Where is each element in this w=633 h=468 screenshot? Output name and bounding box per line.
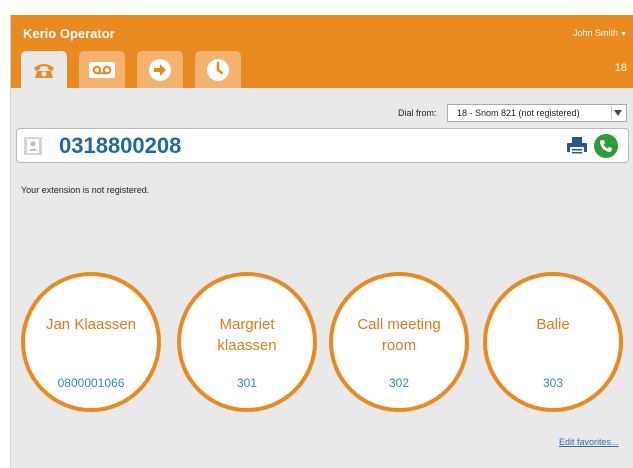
- dial-from-select[interactable]: 18 - Snom 821 (not registered): [447, 104, 627, 122]
- app-title: Kerio Operator: [23, 26, 115, 41]
- favorite-number: 303: [542, 376, 564, 390]
- registration-status: Your extension is not registered.: [21, 185, 150, 195]
- forward-arrow-icon: [149, 58, 171, 81]
- tab-voicemail[interactable]: [79, 51, 125, 88]
- favorite-name: Balie: [536, 316, 570, 333]
- voicemail-icon: [89, 61, 115, 78]
- favorite-number: 301: [236, 376, 258, 390]
- phone-handset-icon: [600, 140, 612, 152]
- favorite-name: Call meeting room: [357, 316, 441, 354]
- kerio-operator-window: Kerio Operator John Smith ▼ 18 Dial from…: [10, 15, 633, 468]
- tab-history[interactable]: [195, 51, 241, 88]
- clock-icon: [207, 58, 229, 81]
- app-header: Kerio Operator John Smith ▼ 18: [11, 15, 633, 88]
- extension-number: 18: [614, 62, 627, 74]
- phone-number-input[interactable]: [59, 132, 539, 159]
- tab-call-forwarding[interactable]: [137, 51, 183, 88]
- call-button[interactable]: [594, 134, 618, 158]
- favorite-margriet-klaassen[interactable]: Margriet klaassen 301: [177, 272, 317, 412]
- phone-icon: [34, 63, 54, 78]
- favorite-number: 302: [388, 376, 410, 390]
- user-menu[interactable]: John Smith ▼: [573, 28, 627, 38]
- favorite-call-meeting-room[interactable]: Call meeting room 302: [329, 272, 469, 412]
- dial-from-label: Dial from:: [398, 108, 437, 118]
- address-book-icon[interactable]: [24, 137, 42, 160]
- chevron-down-icon: ▼: [620, 31, 627, 38]
- favorite-name: Jan Klaassen: [45, 316, 137, 333]
- user-name: John Smith: [573, 28, 619, 38]
- favorite-jan-klaassen[interactable]: Jan Klaassen 0800001066: [21, 272, 161, 412]
- favorite-name: Margriet klaassen: [217, 316, 277, 354]
- dial-from-selected: 18 - Snom 821 (not registered): [457, 108, 580, 118]
- edit-favorites-link[interactable]: Edit favorites...: [559, 437, 619, 447]
- favorite-balie[interactable]: Balie 303: [483, 272, 623, 412]
- chevron-down-icon: [611, 106, 624, 120]
- number-bar: [16, 128, 629, 163]
- tab-dialer[interactable]: [21, 51, 67, 88]
- fax-icon[interactable]: [567, 137, 587, 160]
- favorite-number: 0800001066: [57, 376, 125, 390]
